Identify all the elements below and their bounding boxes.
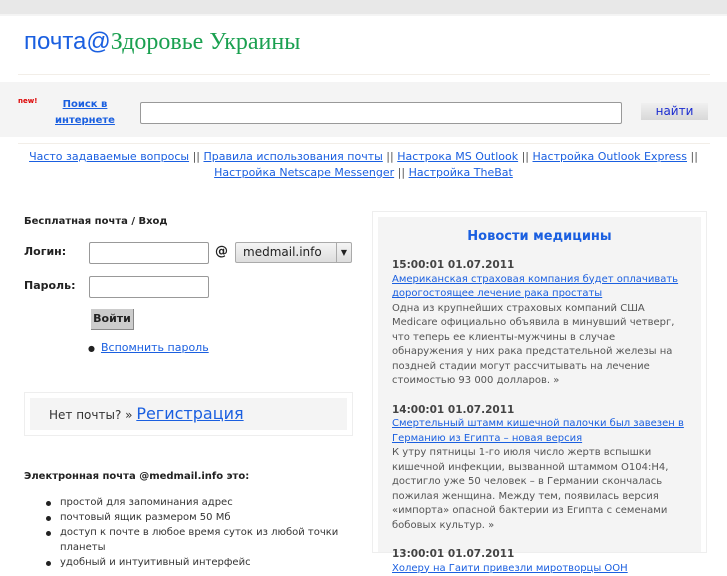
search-input[interactable] [140,102,622,124]
news-headline[interactable]: Американская страховая компания будет оп… [392,274,678,300]
register-prompt: Нет почты? » [49,408,133,422]
top-bar [0,0,727,16]
link-netscape[interactable]: Настройка Netscape Messenger [214,166,394,179]
separator: || [386,150,394,163]
divider [18,143,710,144]
domain-value: medmail.info [243,245,322,259]
news-text: К утру пятницы 1-го июля число жертв всп… [392,447,669,531]
news-headline[interactable]: Смертельный штамм кишечной палочки был з… [392,418,684,444]
chevron-down-icon: ▼ [336,243,351,262]
news-item: 15:00:01 01.07.2011 Американская страхова… [392,258,687,389]
login-button[interactable]: Войти [91,309,134,330]
news-item: 13:00:01 01.07.2011 Холеру на Гаити приве… [392,547,687,576]
register-box: Нет почты? » Регистрация [24,392,353,436]
separator: || [521,150,530,163]
password-input[interactable] [89,276,209,298]
login-input[interactable] [89,242,209,264]
bullet: ● [88,344,95,353]
link-ms-outlook[interactable]: Настрока MS Outlook [397,150,518,163]
feature-item: удобный и интуитивный интерфейс [46,555,366,570]
login-heading: Бесплатная почта / Вход [24,216,168,227]
features-heading: Электронная почта @medmail.info это: [24,471,250,482]
divider [18,74,710,75]
news-time: 13:00:01 01.07.2011 [392,548,515,560]
feature-item: почтовый ящик размером 50 Мб [46,510,366,525]
link-outlook-express[interactable]: Настройка Outlook Express [533,150,688,163]
news-item: 14:00:01 01.07.2011 Смертельный штамм киш… [392,403,687,534]
news-title: Новости медицины [467,229,612,244]
news-time: 14:00:01 01.07.2011 [392,403,515,416]
feature-item: доступ к почте в любое время суток из лю… [46,525,366,555]
password-label: Пароль: [24,279,76,292]
separator: || [690,150,698,163]
separator: || [192,150,200,163]
link-thebat[interactable]: Настройка TheBat [409,166,513,179]
features-list: простой для запоминания адрес почтовый я… [46,495,366,570]
site-logo[interactable]: почта@Здоровье Украины [24,28,300,56]
new-badge: new! [18,97,38,105]
news-time: 15:00:01 01.07.2011 [392,259,515,271]
news-text: Одна из крупнейших страховых компаний СШ… [392,302,675,387]
login-label: Логин: [24,245,67,258]
internet-search-link[interactable]: Поиск в интернете [38,97,132,129]
forgot-password-link[interactable]: Вспомнить пароль [101,341,209,354]
news-headline[interactable]: Холеру на Гаити привезли миротворцы ООН [392,563,628,574]
feature-item: простой для запоминания адрес [46,495,366,510]
link-faq[interactable]: Часто задаваемые вопросы [29,150,189,163]
logo-mail: почта@ [24,28,111,55]
forgot-item: ● Вспомнить пароль [88,341,209,354]
link-rules[interactable]: Правила использования почты [203,150,382,163]
register-link[interactable]: Регистрация [136,404,243,423]
help-links: Часто задаваемые вопросы || Правила испо… [6,149,721,181]
domain-select[interactable]: medmail.info ▼ [235,242,352,263]
news-panel: Новости медицины 15:00:01 01.07.2011 Амер… [372,211,707,574]
at-sign: @ [215,244,228,259]
logo-site-name: Здоровье Украины [110,29,301,55]
separator: || [397,166,406,179]
find-button[interactable]: найти [641,103,708,120]
